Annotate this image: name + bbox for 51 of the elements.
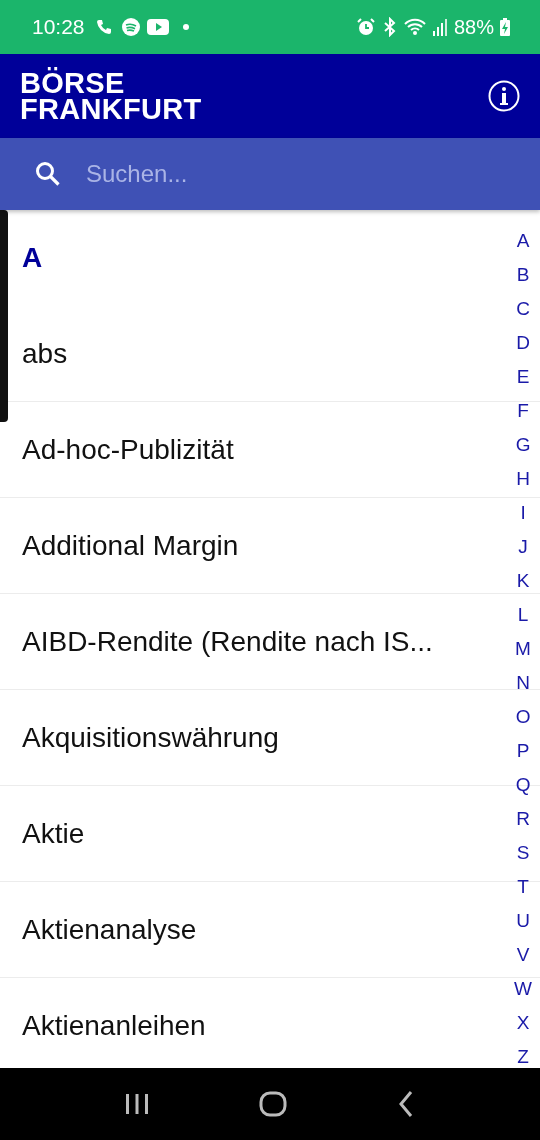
battery-charging-icon <box>500 18 510 36</box>
index-letter[interactable]: D <box>516 326 530 360</box>
index-letter[interactable]: X <box>516 1006 530 1040</box>
index-letter[interactable]: F <box>517 394 529 428</box>
index-letter[interactable]: M <box>515 632 531 666</box>
search-field[interactable]: Suchen... <box>84 159 510 189</box>
index-letter[interactable]: C <box>516 292 530 326</box>
glossary-item[interactable]: Ad-hoc-Publizität <box>22 433 234 466</box>
edge-panel-handle[interactable] <box>0 210 8 422</box>
glossary-item[interactable]: Akquisitionswährung <box>22 721 279 754</box>
index-letter[interactable]: Z <box>517 1040 529 1068</box>
index-letter[interactable]: N <box>516 666 530 700</box>
index-letter[interactable]: H <box>516 462 530 496</box>
index-letter[interactable]: P <box>516 734 530 768</box>
index-letter[interactable]: U <box>516 904 530 938</box>
index-letter[interactable]: R <box>516 802 530 836</box>
dot-icon <box>182 24 189 30</box>
index-letter[interactable]: Q <box>515 768 531 802</box>
battery-percent: 88% <box>453 15 494 39</box>
info-icon[interactable] <box>488 80 520 112</box>
glossary-item[interactable]: abs <box>22 337 68 370</box>
glossary-item[interactable]: AIBD-Rendite (Rendite nach IS... <box>22 625 433 658</box>
index-letter[interactable]: O <box>515 700 531 734</box>
glossary-item[interactable]: Aktie <box>22 817 85 850</box>
alarm-icon <box>355 17 376 37</box>
search-bar[interactable]: Suchen... <box>0 138 540 210</box>
recent-apps-icon[interactable] <box>124 1092 151 1116</box>
clock-time: 10:28 <box>32 15 85 39</box>
index-letter[interactable]: L <box>517 598 529 632</box>
section-header: A <box>22 242 43 274</box>
index-letter[interactable]: W <box>514 972 532 1006</box>
index-letter[interactable]: A <box>516 224 530 258</box>
index-letter[interactable]: T <box>517 870 529 904</box>
index-letter[interactable]: E <box>516 360 530 394</box>
index-letter[interactable]: S <box>516 836 530 870</box>
index-letter[interactable]: J <box>518 530 528 564</box>
index-letter[interactable]: G <box>515 428 531 462</box>
music-app-icon <box>120 17 141 37</box>
index-letter[interactable]: B <box>516 258 530 292</box>
index-letter[interactable]: V <box>516 938 530 972</box>
index-letter[interactable]: K <box>516 564 530 598</box>
video-app-icon <box>146 19 169 35</box>
index-letter[interactable]: I <box>520 496 526 530</box>
wifi-icon <box>403 18 426 36</box>
search-icon <box>34 160 62 188</box>
glossary-item[interactable]: Aktienanleihen <box>22 1009 206 1042</box>
glossary-item[interactable]: Additional Margin <box>22 529 239 562</box>
logo-text: FRANKFURT <box>20 96 202 122</box>
signal-icon <box>431 18 448 36</box>
home-icon[interactable] <box>259 1090 287 1118</box>
glossary-item[interactable]: Aktienanalyse <box>22 913 197 946</box>
